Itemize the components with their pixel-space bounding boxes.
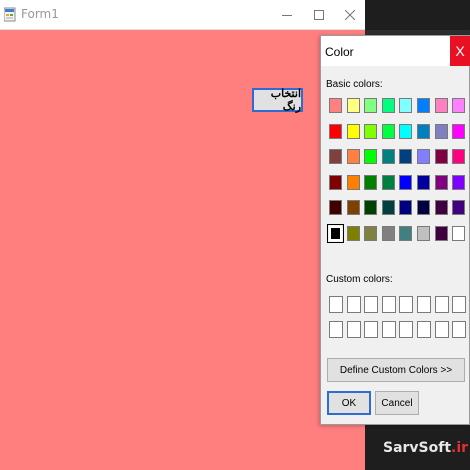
basic-color-swatch[interactable] xyxy=(417,174,430,190)
custom-color-swatch[interactable] xyxy=(434,321,449,338)
basic-color-swatch[interactable] xyxy=(417,225,430,241)
form-titlebar[interactable]: Form1 xyxy=(0,0,365,30)
basic-color-swatch[interactable] xyxy=(381,98,395,113)
custom-color-swatch[interactable] xyxy=(399,296,414,313)
custom-color-swatch[interactable] xyxy=(329,296,343,313)
basic-color-swatch[interactable] xyxy=(399,149,413,164)
form-close-button[interactable] xyxy=(334,0,366,30)
define-custom-colors-button[interactable]: Define Custom Colors >> xyxy=(327,358,465,382)
basic-color-swatch[interactable] xyxy=(346,98,360,113)
basic-color-swatch[interactable] xyxy=(399,225,413,241)
basic-colors-label: Basic colors: xyxy=(326,79,383,90)
minimize-button[interactable] xyxy=(271,0,303,30)
basic-color-swatch[interactable] xyxy=(329,123,342,139)
basic-color-swatch[interactable] xyxy=(452,149,466,164)
basic-color-swatch[interactable] xyxy=(417,149,430,164)
basic-color-swatch[interactable] xyxy=(417,98,430,113)
custom-color-swatch[interactable] xyxy=(434,296,449,313)
minimize-icon xyxy=(282,14,292,16)
cancel-button[interactable]: Cancel xyxy=(375,391,419,415)
basic-color-swatch[interactable] xyxy=(329,174,342,190)
custom-color-swatch[interactable] xyxy=(346,321,361,338)
maximize-button[interactable] xyxy=(303,0,335,30)
custom-color-swatch[interactable] xyxy=(452,321,467,338)
basic-color-swatch[interactable] xyxy=(452,200,466,215)
basic-color-swatch[interactable] xyxy=(329,149,342,164)
basic-color-swatch[interactable] xyxy=(346,149,360,164)
basic-color-swatch[interactable] xyxy=(452,225,466,241)
watermark: SarvSoft.ir xyxy=(383,440,468,456)
basic-color-swatch[interactable] xyxy=(434,123,448,139)
pick-color-button[interactable]: انتخاب رنگ xyxy=(252,88,303,113)
basic-color-swatch[interactable] xyxy=(452,174,466,190)
basic-color-swatch[interactable] xyxy=(364,123,378,139)
basic-color-swatch[interactable] xyxy=(381,149,395,164)
basic-color-swatch[interactable] xyxy=(434,149,448,164)
custom-color-swatch[interactable] xyxy=(417,296,431,313)
basic-color-swatch[interactable] xyxy=(434,200,448,215)
custom-colors-label: Custom colors: xyxy=(326,274,393,285)
basic-color-swatch[interactable] xyxy=(327,223,344,243)
basic-color-swatch[interactable] xyxy=(381,200,395,215)
basic-color-swatch[interactable] xyxy=(399,200,413,215)
basic-color-swatch[interactable] xyxy=(364,149,378,164)
color-dialog: Color X Basic colors: Custom colors: Def… xyxy=(320,35,470,425)
custom-color-swatch[interactable] xyxy=(452,296,467,313)
basic-color-swatch[interactable] xyxy=(364,174,378,190)
ok-button[interactable]: OK xyxy=(327,391,371,415)
maximize-icon xyxy=(314,10,324,20)
basic-color-swatch[interactable] xyxy=(329,200,342,215)
basic-color-swatch[interactable] xyxy=(346,200,360,215)
custom-color-swatch[interactable] xyxy=(364,296,379,313)
basic-color-swatch[interactable] xyxy=(364,98,378,113)
basic-color-swatch[interactable] xyxy=(452,98,466,113)
custom-color-swatch[interactable] xyxy=(346,296,361,313)
form-title: Form1 xyxy=(21,7,59,21)
basic-color-swatch[interactable] xyxy=(364,225,378,241)
dialog-titlebar[interactable]: Color X xyxy=(321,36,470,66)
custom-color-swatch[interactable] xyxy=(399,321,414,338)
form-window: Form1 انتخاب رنگ xyxy=(0,0,365,470)
dialog-title: Color xyxy=(325,45,354,59)
basic-color-swatch[interactable] xyxy=(417,200,430,215)
custom-color-swatch[interactable] xyxy=(329,321,343,338)
dialog-close-button[interactable]: X xyxy=(450,36,470,66)
close-icon xyxy=(345,10,355,20)
basic-color-swatch[interactable] xyxy=(399,98,413,113)
basic-color-swatch[interactable] xyxy=(399,123,413,139)
watermark-text: SarvSoft xyxy=(383,440,452,456)
basic-color-swatch[interactable] xyxy=(346,225,360,241)
custom-color-swatch[interactable] xyxy=(381,321,396,338)
basic-color-swatch[interactable] xyxy=(452,123,466,139)
basic-color-swatch[interactable] xyxy=(346,174,360,190)
basic-color-swatch[interactable] xyxy=(434,174,448,190)
basic-color-swatch[interactable] xyxy=(399,174,413,190)
watermark-domain: .ir xyxy=(451,440,469,456)
basic-color-swatch[interactable] xyxy=(417,123,430,139)
basic-color-swatch[interactable] xyxy=(434,98,448,113)
basic-color-swatch[interactable] xyxy=(381,123,395,139)
custom-color-swatch[interactable] xyxy=(417,321,431,338)
custom-color-swatch[interactable] xyxy=(381,296,396,313)
basic-color-swatch[interactable] xyxy=(381,174,395,190)
basic-color-swatch[interactable] xyxy=(329,98,342,113)
basic-color-swatch[interactable] xyxy=(346,123,360,139)
basic-color-swatch[interactable] xyxy=(434,225,448,241)
custom-color-swatch[interactable] xyxy=(364,321,379,338)
basic-color-swatch[interactable] xyxy=(364,200,378,215)
windows-form-icon xyxy=(3,6,16,22)
basic-color-swatch[interactable] xyxy=(381,225,395,241)
